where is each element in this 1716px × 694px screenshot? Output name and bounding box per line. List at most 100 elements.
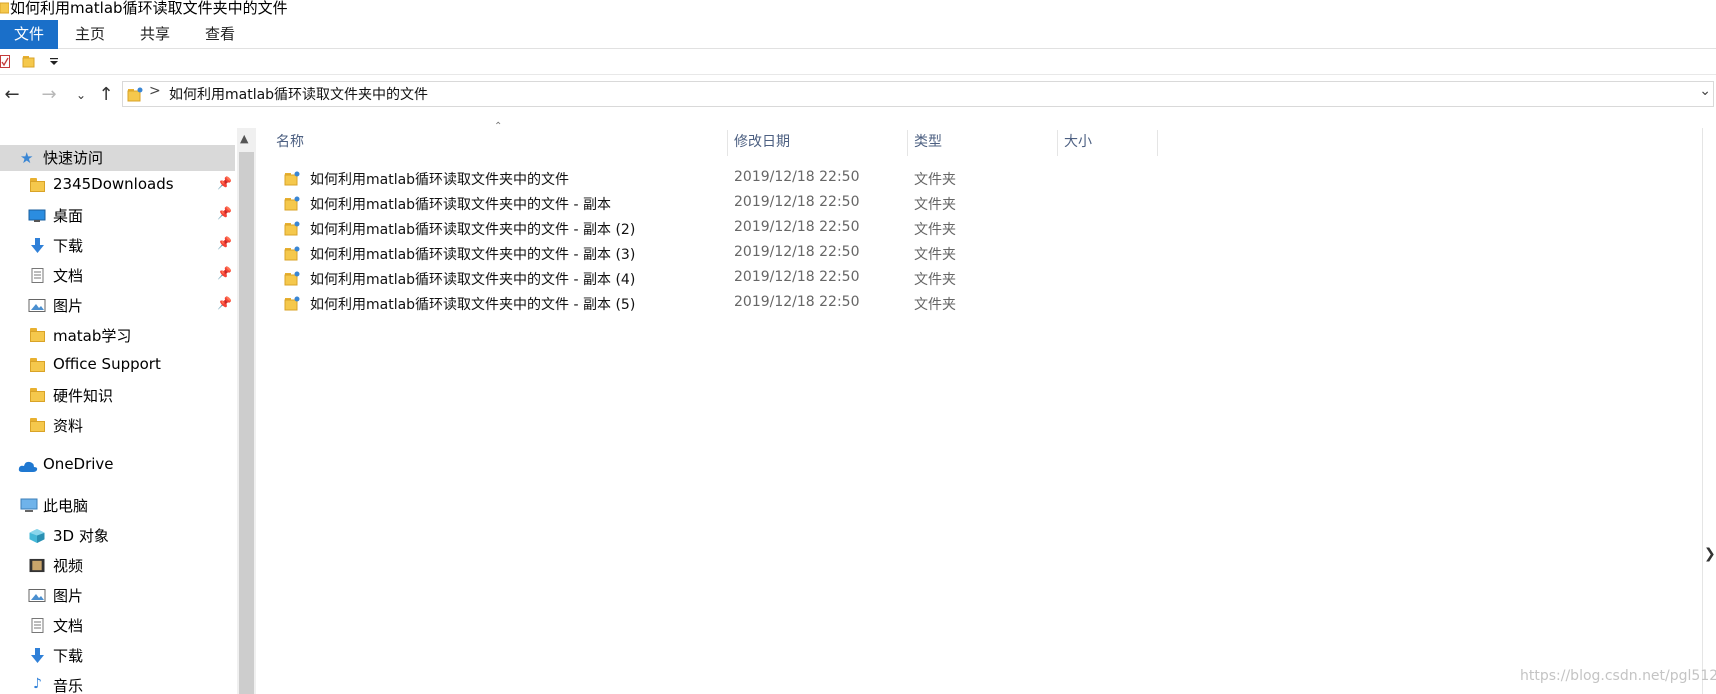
folder-icon [30,388,45,403]
download-icon [31,238,44,253]
nav-label: 2345Downloads [53,175,174,193]
nav-item-desktop[interactable]: 桌面 📌 [0,203,235,229]
up-icon[interactable]: ↑ [95,83,117,107]
document-icon [31,268,44,283]
nav-label: 3D 对象 [53,527,109,545]
nav-quick-access[interactable]: ★ 快速访问 [0,145,235,171]
nav-item-3d-objects[interactable]: 3D 对象 [0,523,235,549]
chevron-right-icon[interactable]: ❯ [1704,546,1716,562]
breadcrumb-separator[interactable]: > [149,83,161,99]
nav-label: 桌面 [53,207,84,225]
file-name: 如何利用matlab循环读取文件夹中的文件 - 副本 (4) [310,272,636,288]
file-type: 文件夹 [914,297,956,313]
folder-icon [284,296,300,311]
list-item[interactable]: 如何利用matlab循环读取文件夹中的文件 - 副本 (3) 2019/12/1… [276,241,1156,267]
column-header-size[interactable]: 大小 [1058,130,1158,156]
tab-home[interactable]: 主页 [70,23,110,47]
list-item[interactable]: 如何利用matlab循环读取文件夹中的文件 2019/12/18 22:50 文… [276,166,1156,192]
nav-label: 此电脑 [43,497,89,515]
download-icon [31,648,44,663]
nav-item-office-support[interactable]: Office Support [0,353,235,379]
nav-label: 快速访问 [43,149,104,167]
breadcrumb[interactable]: 如何利用matlab循环读取文件夹中的文件 [169,84,428,104]
pin-icon[interactable]: 📌 [217,176,232,190]
tab-view[interactable]: 查看 [200,23,240,47]
nav-item-downloads[interactable]: 下载 📌 [0,233,235,259]
forward-icon[interactable]: → [38,83,60,107]
address-bar[interactable]: > 如何利用matlab循环读取文件夹中的文件 ⌄ [122,81,1714,107]
list-item[interactable]: 如何利用matlab循环读取文件夹中的文件 - 副本 2019/12/18 22… [276,191,1156,217]
nav-item-pc-documents[interactable]: 文档 [0,613,235,639]
column-headers: ⌃ 名称 修改日期 类型 大小 [270,121,1570,158]
nav-item-2345downloads[interactable]: 2345Downloads 📌 [0,173,235,199]
folder-icon [284,221,300,236]
recent-locations-chevron-icon[interactable]: ⌄ [70,83,92,107]
music-icon: ♪ [33,676,42,692]
nav-item-pc-downloads[interactable]: 下载 [0,643,235,669]
nav-this-pc[interactable]: 此电脑 [0,493,235,519]
nav-item-pictures[interactable]: 图片 📌 [0,293,235,319]
folder-icon [284,246,300,261]
nav-label: 硬件知识 [53,387,114,405]
pictures-icon [28,589,46,602]
nav-label: 下载 [53,647,84,665]
nav-label: OneDrive [43,455,114,473]
nav-label: 文档 [53,267,84,285]
nav-item-pc-pictures[interactable]: 图片 [0,583,235,609]
folder-icon [284,171,300,186]
nav-label: Office Support [53,355,161,373]
nav-item-hardware[interactable]: 硬件知识 [0,383,235,409]
details-pane-edge: ❯ [1702,128,1716,694]
pin-icon[interactable]: 📌 [217,296,232,310]
folder-icon [284,196,300,211]
nav-scrollbar[interactable]: ▲ [237,128,256,694]
nav-item-videos[interactable]: 视频 [0,553,235,579]
pin-icon[interactable]: 📌 [217,236,232,250]
nav-label: 视频 [53,557,84,575]
scroll-up-icon[interactable]: ▲ [240,132,248,145]
customize-dropdown-icon[interactable] [50,58,58,66]
tab-share[interactable]: 共享 [135,23,175,47]
tab-file[interactable]: 文件 [0,20,58,49]
list-item[interactable]: 如何利用matlab循环读取文件夹中的文件 - 副本 (4) 2019/12/1… [276,266,1156,292]
column-header-type[interactable]: 类型 [908,130,1058,156]
file-date: 2019/12/18 22:50 [734,244,860,260]
navigation-pane: ★ 快速访问 2345Downloads 📌 桌面 📌 下载 📌 文档 📌 图片… [0,128,237,694]
pin-icon[interactable]: 📌 [217,206,232,220]
properties-icon[interactable] [0,54,10,69]
address-dropdown-icon[interactable]: ⌄ [1699,83,1711,99]
desktop-icon [28,209,46,222]
nav-label: 文档 [53,617,84,635]
nav-onedrive[interactable]: OneDrive [0,453,235,479]
file-name: 如何利用matlab循环读取文件夹中的文件 [310,172,570,188]
window-title: 如何利用matlab循环读取文件夹中的文件 [10,0,288,17]
column-header-date[interactable]: 修改日期 [728,130,908,156]
file-name: 如何利用matlab循环读取文件夹中的文件 - 副本 (3) [310,247,636,263]
file-date: 2019/12/18 22:50 [734,169,860,185]
watermark: https://blog.csdn.net/pgl512228 [1520,668,1716,684]
nav-label: matab学习 [53,327,132,345]
folder-icon [127,87,143,102]
new-folder-icon[interactable] [22,54,36,68]
nav-item-materials[interactable]: 资料 [0,413,235,439]
list-item[interactable]: 如何利用matlab循环读取文件夹中的文件 - 副本 (2) 2019/12/1… [276,216,1156,242]
nav-label: 图片 [53,297,84,315]
nav-label: 下载 [53,237,84,255]
list-item[interactable]: 如何利用matlab循环读取文件夹中的文件 - 副本 (5) 2019/12/1… [276,291,1156,317]
ribbon-tabs: 文件 主页 共享 查看 [0,17,1716,49]
nav-item-music[interactable]: ♪ 音乐 [0,673,235,694]
title-bar: 如何利用matlab循环读取文件夹中的文件 [0,0,1716,17]
scrollbar-thumb[interactable] [239,152,254,694]
pin-icon[interactable]: 📌 [217,266,232,280]
star-icon: ★ [20,149,34,167]
column-header-name[interactable]: 名称 [270,130,728,156]
back-icon[interactable]: ← [1,83,23,107]
file-date: 2019/12/18 22:50 [734,219,860,235]
nav-item-documents[interactable]: 文档 📌 [0,263,235,289]
file-date: 2019/12/18 22:50 [734,269,860,285]
pictures-icon [28,299,46,312]
folder-icon [284,271,300,286]
file-type: 文件夹 [914,172,956,188]
nav-item-matab[interactable]: matab学习 [0,323,235,349]
folder-icon [30,418,45,433]
